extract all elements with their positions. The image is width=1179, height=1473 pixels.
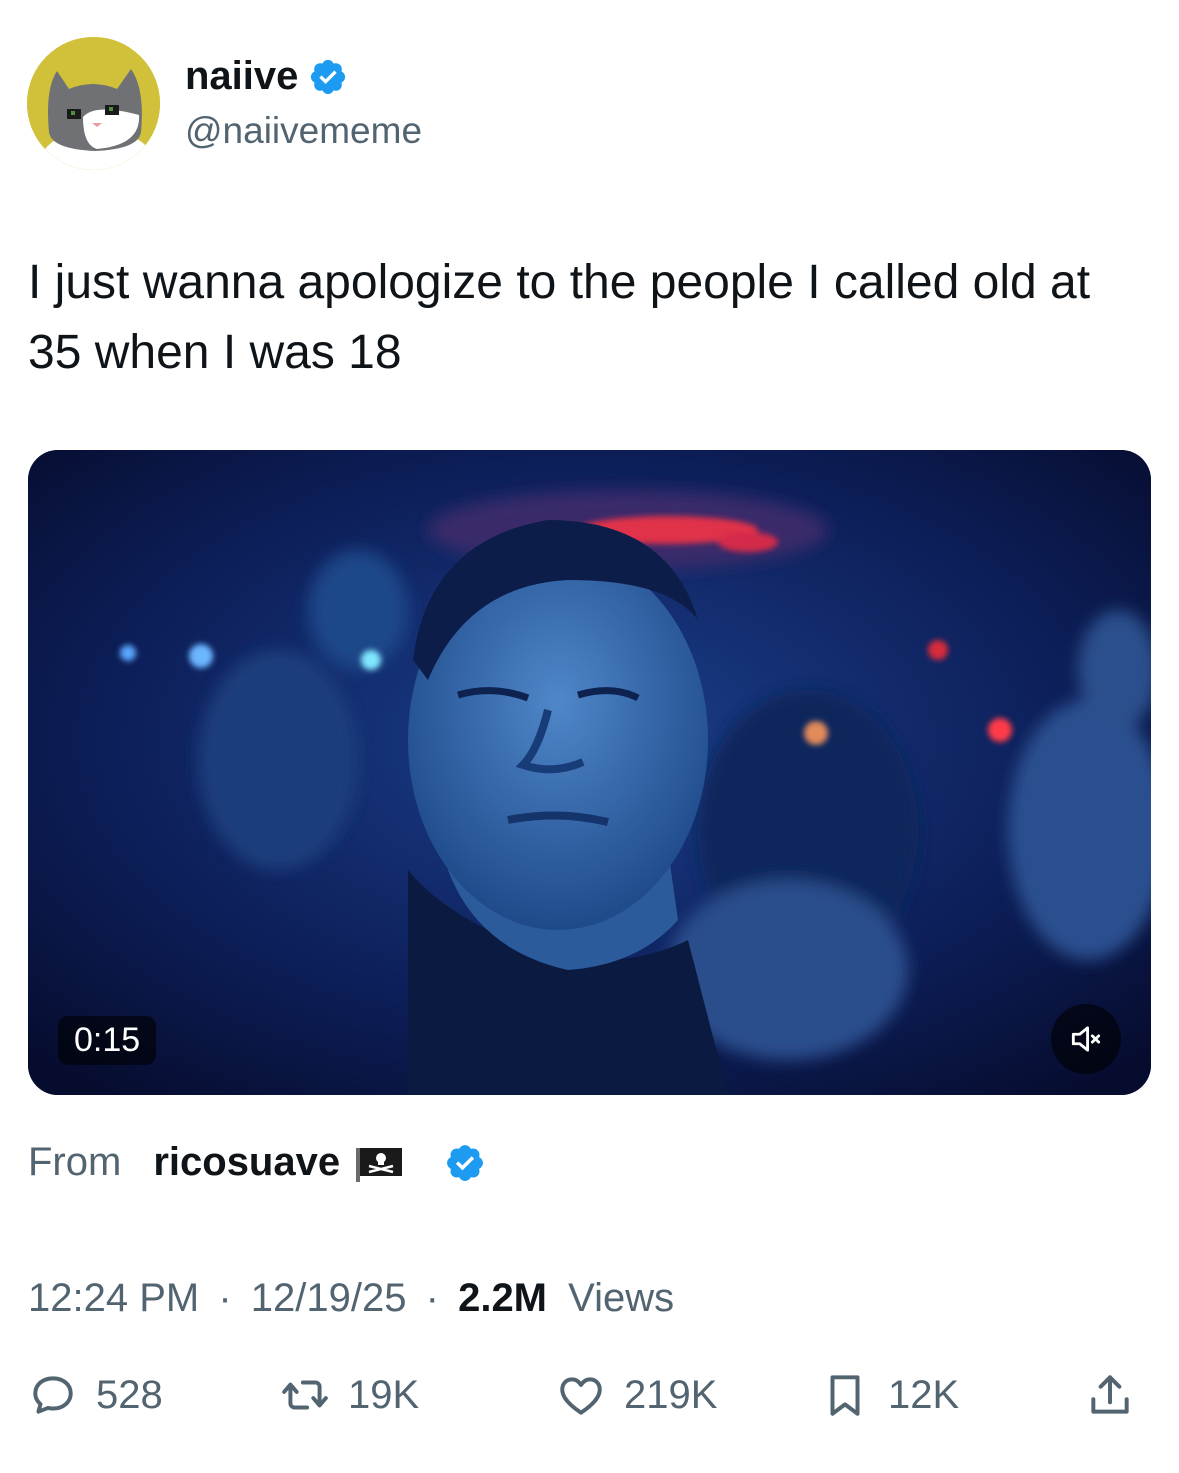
- pirate-flag-icon: [356, 1147, 403, 1182]
- reply-count: 528: [96, 1372, 163, 1417]
- like-count: 219K: [624, 1372, 718, 1417]
- like-button[interactable]: 219K: [556, 1370, 717, 1420]
- cat-avatar-icon: [27, 37, 160, 170]
- bookmark-count: 12K: [888, 1372, 960, 1417]
- views-count: 2.2M: [458, 1276, 548, 1320]
- repost-button[interactable]: 19K: [280, 1370, 419, 1420]
- tweet-meta: 12:24 PM · 12/19/25 · 2.2M Views: [28, 1276, 674, 1321]
- verified-badge-icon: [311, 59, 346, 94]
- reply-button[interactable]: 528: [28, 1370, 163, 1420]
- video-duration: 0:15: [58, 1016, 157, 1065]
- author-handle[interactable]: @naiivememe: [185, 110, 422, 152]
- author-display-name[interactable]: naiive: [185, 54, 298, 99]
- video-frame: [28, 450, 1151, 1095]
- tweet-detail: naiive @naiivememe I just wanna apologiz…: [0, 0, 1179, 1473]
- views-label: Views: [568, 1276, 675, 1320]
- tweet-date[interactable]: 12/19/25: [251, 1276, 407, 1320]
- meta-separator: ·: [218, 1276, 232, 1320]
- reply-icon: [33, 1376, 73, 1414]
- share-button[interactable]: [1085, 1370, 1135, 1420]
- author-name-row[interactable]: naiive: [185, 54, 348, 99]
- volume-muted-icon: [1071, 1026, 1101, 1052]
- tweet-time[interactable]: 12:24 PM: [28, 1276, 199, 1320]
- repost-count: 19K: [348, 1372, 420, 1417]
- repost-icon: [282, 1380, 328, 1410]
- avatar[interactable]: [27, 37, 160, 170]
- source-verified-badge-icon: [447, 1144, 484, 1181]
- source-name[interactable]: ricosuave: [153, 1140, 340, 1185]
- tweet-text: I just wanna apologize to the people I c…: [28, 256, 1091, 379]
- video-source: From ricosuave: [28, 1140, 486, 1185]
- action-bar: 528 19K 219K 12K: [28, 1370, 1151, 1440]
- bookmark-icon: [830, 1375, 860, 1416]
- bookmark-button[interactable]: 12K: [820, 1370, 959, 1420]
- mute-button[interactable]: [1051, 1004, 1121, 1074]
- meta-separator: ·: [425, 1276, 439, 1320]
- share-icon: [1091, 1375, 1129, 1414]
- video-player[interactable]: 0:15: [28, 450, 1151, 1095]
- from-label: From: [28, 1140, 122, 1184]
- heart-icon: [560, 1377, 602, 1415]
